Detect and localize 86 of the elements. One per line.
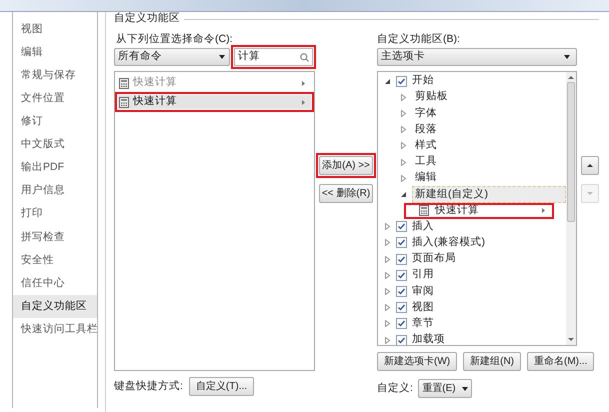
sidebar-item[interactable]: 安全性 <box>13 248 97 272</box>
sidebar-item[interactable]: 文件位置 <box>13 87 97 110</box>
calculator-icon <box>119 78 129 88</box>
ribbon-action-button[interactable]: 重命名(M)... <box>527 352 594 371</box>
tree-item[interactable]: 工具 <box>412 153 566 171</box>
tree-item[interactable]: 编辑 <box>412 169 566 188</box>
sidebar-item[interactable]: 快速访问工具栏 <box>13 318 97 342</box>
tab-checkbox[interactable] <box>396 270 407 281</box>
sidebar-item[interactable]: 中文版式 <box>13 133 97 157</box>
command-item[interactable]: 快速计算 <box>118 76 311 90</box>
sidebar-item[interactable]: 打印 <box>13 202 97 226</box>
tree-item[interactable]: 剪贴板 <box>412 88 566 106</box>
calculator-icon <box>419 205 429 216</box>
tree-toggle-icon[interactable] <box>384 288 391 296</box>
tree-item-label: 审阅 <box>412 284 434 299</box>
ribbon-dropdown[interactable]: 主选项卡 <box>377 48 577 66</box>
search-icon <box>300 52 309 62</box>
tab-checkbox[interactable] <box>396 286 407 298</box>
tab-checkbox[interactable] <box>396 334 407 345</box>
sidebar-item[interactable]: 编辑 <box>13 41 97 64</box>
tree-toggle-icon[interactable] <box>384 256 391 263</box>
sidebar-item[interactable]: 输出PDF <box>13 156 97 180</box>
tree-item-label: 引用 <box>412 267 434 282</box>
tree-item-label: 页面布局 <box>412 251 456 266</box>
sidebar-item[interactable]: 用户信息 <box>13 180 97 203</box>
move-up-button[interactable] <box>581 156 599 175</box>
remove-button[interactable]: << 删除(R) <box>319 184 373 203</box>
tree-toggle-icon[interactable] <box>400 190 407 198</box>
caret-icon <box>219 55 225 59</box>
tree-item[interactable]: 新建组(自定义) <box>412 186 566 204</box>
tree-item[interactable]: 段落 <box>412 120 566 139</box>
tab-checkbox[interactable] <box>396 254 407 265</box>
up-arrow-icon <box>586 162 594 169</box>
tree-toggle-icon[interactable] <box>384 78 391 85</box>
search-field[interactable]: 计算 <box>234 48 313 66</box>
customize-label: 自定义: <box>377 380 413 396</box>
tree-item-label: 视图 <box>412 300 434 315</box>
keyboard-shortcuts-label: 键盘快捷方式: <box>114 378 183 394</box>
tree-toggle-icon[interactable] <box>384 239 391 246</box>
tab-checkbox[interactable] <box>396 76 407 87</box>
tree-item-label: 章节 <box>412 316 434 332</box>
sidebar-item[interactable]: 修订 <box>13 110 97 134</box>
tree-toggle-icon[interactable] <box>400 158 407 166</box>
tree-item[interactable]: 样式 <box>412 136 566 155</box>
tree-toggle-icon[interactable] <box>384 223 391 230</box>
tree-toggle-icon[interactable] <box>400 94 407 101</box>
sidebar-item[interactable]: 自定义功能区 <box>13 295 97 318</box>
tree-toggle-icon[interactable] <box>400 110 407 117</box>
tree-toggle-icon[interactable] <box>400 174 407 182</box>
calculator-icon <box>119 96 129 108</box>
tree-toggle-icon[interactable] <box>384 272 391 279</box>
submenu-arrow-icon <box>302 80 305 86</box>
add-button[interactable]: 添加(A) >> <box>319 156 373 175</box>
down-arrow-icon <box>586 190 594 197</box>
reset-button[interactable]: 重置(E) <box>418 379 472 398</box>
section-title: 自定义功能区 <box>114 11 180 26</box>
tree-item-label: 开始 <box>412 73 434 88</box>
caret-icon <box>462 386 468 390</box>
sidebar-item[interactable]: 常规与保存 <box>13 64 97 88</box>
command-item[interactable]: 快速计算 <box>118 95 311 109</box>
sidebar-item[interactable]: 视图 <box>13 18 97 42</box>
ribbon-action-button[interactable]: 新建组(N) <box>463 352 521 371</box>
ribbon-label: 自定义功能区(B): <box>377 32 461 46</box>
tab-checkbox[interactable] <box>396 302 407 314</box>
tree-toggle-icon[interactable] <box>400 126 407 134</box>
tree-item-label: 插入(兼容模式) <box>412 235 485 250</box>
tree-item[interactable]: 字体 <box>412 104 566 122</box>
tree-toggle-icon[interactable] <box>384 304 391 312</box>
tree-toggle-icon[interactable] <box>384 336 391 344</box>
tab-checkbox[interactable] <box>396 237 407 248</box>
tab-checkbox[interactable] <box>396 318 407 330</box>
sidebar-item[interactable]: 信任中心 <box>13 272 97 296</box>
tree-item-label: 加载项 <box>412 332 445 345</box>
submenu-arrow-icon <box>302 100 305 104</box>
sidebar-item[interactable]: 拼写检查 <box>13 226 97 249</box>
tree-toggle-icon[interactable] <box>400 142 407 150</box>
ribbon-action-button[interactable]: 新建选项卡(W) <box>377 352 458 371</box>
tab-checkbox[interactable] <box>396 221 407 232</box>
tree-toggle-icon[interactable] <box>384 320 391 328</box>
caret-icon <box>564 55 570 59</box>
commands-label: 从下列位置选择命令(C): <box>115 32 234 46</box>
submenu-arrow-icon <box>542 208 545 214</box>
customize-shortcuts-button[interactable]: 自定义(T)... <box>188 377 254 396</box>
tree-item-label: 插入 <box>412 218 434 234</box>
source-dropdown[interactable]: 所有命令 <box>114 48 230 66</box>
scrollbar[interactable] <box>566 72 576 345</box>
